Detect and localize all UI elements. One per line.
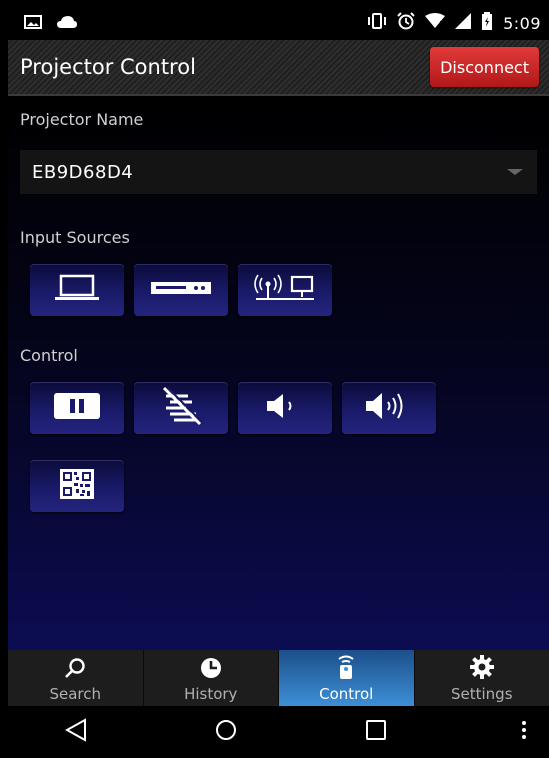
input-network-button[interactable] [238,264,332,316]
volume-down-icon [265,392,305,424]
image-icon [24,14,42,33]
dropdown-arrow-icon [507,169,523,175]
wifi-icon [425,13,446,33]
projector-name-label: Projector Name [20,110,144,129]
battery-icon [481,12,493,34]
menu-icon [521,720,527,744]
overflow-menu-button[interactable] [521,720,527,744]
history-icon [200,657,222,683]
input-computer-button[interactable] [30,264,124,316]
volume-down-button[interactable] [238,382,332,434]
wireless-lan-icon [252,273,318,307]
disconnect-button[interactable]: Disconnect [430,47,539,87]
tab-search-label: Search [49,685,102,703]
projector-name-value: EB9D68D4 [32,161,134,183]
home-icon [215,719,237,745]
clock-time: 5:09 [503,13,541,33]
tab-control-label: Control [319,685,374,703]
tab-search[interactable]: Search [8,650,144,706]
alarm-icon [397,12,415,34]
projector-name-dropdown[interactable]: EB9D68D4 [20,150,537,194]
main-content: Projector Name EB9D68D4 Input Sources Co… [8,96,549,650]
pause-icon [54,393,100,423]
bottom-tab-bar: Search History Control Settings [8,650,549,706]
status-bar: 5:09 [8,6,549,40]
av-mute-icon [158,386,205,430]
home-button[interactable] [158,719,293,745]
tab-control[interactable]: Control [279,650,415,706]
vibrate-icon [367,13,387,33]
volume-up-button[interactable] [342,382,436,434]
recents-button[interactable] [308,720,443,744]
signal-icon [455,13,472,33]
qr-code-icon [60,469,94,503]
input-video-button[interactable] [134,264,228,316]
remote-icon [337,655,355,683]
pause-button[interactable] [30,382,124,434]
search-icon [64,657,86,683]
cloud-icon [56,14,78,33]
back-icon [64,718,87,746]
action-bar: Projector Control Disconnect [8,40,549,96]
tab-settings-label: Settings [450,685,513,703]
back-button[interactable] [8,718,143,746]
volume-up-icon [364,390,414,426]
tab-history[interactable]: History [144,650,279,706]
tab-settings[interactable]: Settings [415,650,549,706]
qr-code-button[interactable] [30,460,124,512]
input-sources-label: Input Sources [20,228,130,247]
control-label: Control [20,346,78,365]
set-top-box-icon [150,280,212,300]
system-nav-bar [8,706,549,758]
av-mute-button[interactable] [134,382,228,434]
page-title: Projector Control [20,55,196,79]
gear-icon [469,655,494,683]
tab-history-label: History [184,685,238,703]
recents-icon [365,720,386,744]
laptop-icon [54,274,100,306]
